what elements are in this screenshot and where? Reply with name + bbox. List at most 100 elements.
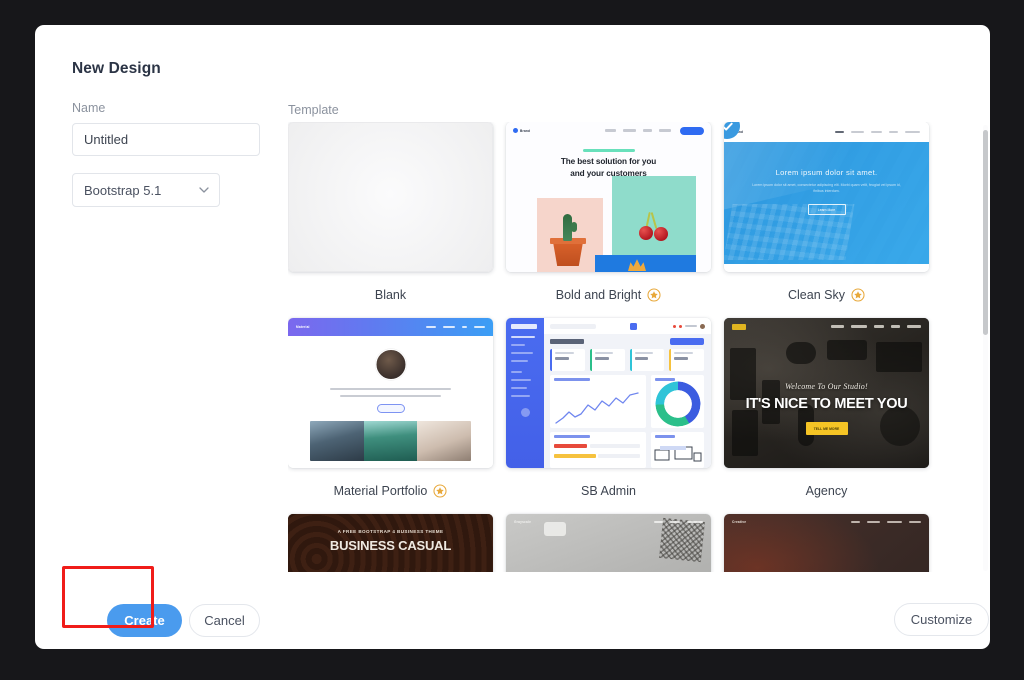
brand-logo-icon: [513, 128, 518, 133]
preview-page-title: [550, 339, 584, 344]
preview-navbar: Grayscale: [506, 514, 711, 530]
template-thumbnail-grayscale[interactable]: Grayscale: [506, 514, 711, 572]
preview-navbar: Creative: [724, 514, 929, 530]
template-scrollbar-thumb[interactable]: [983, 130, 988, 335]
preview-illustration-panel: [651, 432, 704, 468]
preview-nav-links: [605, 129, 671, 132]
preview-search-icon: [630, 322, 637, 330]
framework-select[interactable]: Bootstrap 5.1: [72, 173, 220, 207]
preview-generate-button: [670, 338, 704, 345]
template-card-clean-sky[interactable]: Brand: [724, 122, 929, 318]
template-card-material-portfolio[interactable]: Material Material Portfolio: [288, 318, 493, 514]
preview-gallery: [310, 421, 471, 461]
template-thumbnail-clean-sky[interactable]: Brand: [724, 122, 929, 272]
preview-headline: BUSINESS CASUAL: [329, 538, 452, 553]
preview-hero-photo: [724, 318, 929, 468]
template-thumbnail-material-portfolio[interactable]: Material: [288, 318, 493, 468]
star-circle-icon: [851, 288, 865, 302]
template-name: Clean Sky: [788, 288, 845, 302]
blank-canvas: [288, 122, 493, 272]
preview-logo: Material: [296, 325, 310, 329]
preview-gallery-image: [363, 421, 418, 461]
preview-navbar: Material: [288, 318, 493, 336]
template-scrollbar-track[interactable]: [983, 125, 988, 571]
sb-admin-preview: [506, 318, 711, 468]
preview-sidebar: [506, 318, 544, 468]
preview-cta-button: [680, 126, 704, 135]
preview-gallery-image: [417, 421, 471, 461]
preview-button: [376, 404, 405, 413]
preview-logo: Creative: [732, 520, 747, 524]
preview-avatar: [375, 349, 406, 380]
template-card-sb-admin[interactable]: SB Admin: [506, 318, 711, 514]
template-thumbnail-agency[interactable]: Welcome To Our Studio! IT'S NICE TO MEET…: [724, 318, 929, 468]
preview-logo: Brand: [520, 128, 531, 133]
template-caption: Bold and Bright: [506, 272, 711, 318]
preview-progress-panel: [550, 432, 646, 468]
template-thumbnail-business-casual[interactable]: A FREE BOOTSTRAP 4 BUSINESS THEME BUSINE…: [288, 514, 493, 572]
preview-hero-subtitle: Lorem ipsum dolor sit amet, consectetur …: [752, 183, 901, 194]
template-caption: SB Admin: [506, 468, 711, 514]
template-card-creative[interactable]: Creative Creative: [724, 514, 929, 572]
name-field-label: Name: [72, 101, 106, 115]
preview-donut-chart-panel: [651, 375, 704, 428]
template-name: Material Portfolio: [333, 484, 428, 498]
preview-topbar: [544, 318, 711, 334]
template-thumbnail-bold-and-bright[interactable]: Brand The best solution for you and your…: [506, 122, 711, 272]
preview-text-line: [340, 395, 441, 398]
create-button[interactable]: Create: [107, 604, 182, 637]
preview-cherry: [639, 226, 653, 240]
template-caption: Clean Sky: [724, 272, 929, 318]
preview-nav-links: [851, 520, 921, 524]
template-card-business-casual[interactable]: A FREE BOOTSTRAP 4 BUSINESS THEME BUSINE…: [288, 514, 493, 572]
template-card-bold-and-bright[interactable]: Brand The best solution for you and your…: [506, 122, 711, 318]
grayscale-preview: Grayscale: [506, 514, 711, 572]
template-caption: Material Portfolio: [288, 468, 493, 514]
preview-subhead: A FREE BOOTSTRAP 4 BUSINESS THEME: [337, 529, 444, 534]
template-thumbnail-sb-admin[interactable]: [506, 318, 711, 468]
template-card-blank[interactable]: Blank: [288, 122, 493, 318]
preview-hero-title: Lorem ipsum dolor sit amet.: [775, 168, 878, 177]
star-circle-icon: [647, 288, 661, 302]
preview-cherry: [654, 227, 668, 241]
preview-logo-icon: [732, 323, 746, 330]
preview-headline: IT'S NICE TO MEET YOU: [745, 396, 908, 412]
template-caption: Blank: [288, 272, 493, 318]
creative-preview: Creative: [724, 514, 929, 572]
customize-button[interactable]: Customize: [894, 603, 989, 636]
preview-hero: [724, 122, 929, 264]
template-thumbnail-creative[interactable]: Creative: [724, 514, 929, 572]
preview-logo: Grayscale: [514, 520, 532, 524]
template-card-agency[interactable]: Welcome To Our Studio! IT'S NICE TO MEET…: [724, 318, 929, 514]
template-scroll-area[interactable]: Blank Brand The best solution for you an…: [288, 122, 970, 572]
dialog-title: New Design: [72, 60, 161, 77]
cancel-button[interactable]: Cancel: [189, 604, 260, 637]
preview-cactus-arm: [571, 222, 577, 232]
preview-script-text: Welcome To Our Studio!: [785, 382, 868, 391]
template-caption: Agency: [724, 468, 929, 514]
preview-brand: [511, 324, 537, 329]
preview-stat-card: [629, 349, 665, 371]
template-card-grayscale[interactable]: Grayscale Grayscale: [506, 514, 711, 572]
design-name-input[interactable]: [72, 123, 260, 156]
preview-nav-links: [831, 325, 921, 328]
material-portfolio-preview: Material: [288, 318, 493, 468]
preview-stat-card: [669, 349, 704, 371]
preview-text-line: [330, 388, 451, 391]
screen: New Design Name Bootstrap 5.1 Template: [0, 0, 1024, 680]
preview-donut-chart: [655, 381, 700, 427]
preview-navbar: Brand: [724, 122, 929, 142]
preview-stat-card: [550, 349, 585, 371]
template-name: Agency: [805, 484, 848, 498]
star-circle-icon: [433, 484, 447, 498]
preview-nav-links: [654, 520, 703, 524]
template-name: SB Admin: [581, 484, 636, 498]
preview-search-input: [550, 323, 596, 329]
template-name: Bold and Bright: [555, 288, 642, 302]
template-grid: Blank Brand The best solution for you an…: [288, 122, 970, 572]
new-design-dialog: New Design Name Bootstrap 5.1 Template: [35, 25, 990, 649]
preview-eyebrow: [582, 149, 635, 152]
template-thumbnail-blank[interactable]: [288, 122, 493, 272]
preview-gallery-image: [310, 421, 364, 461]
design-form: Name Bootstrap 5.1: [72, 101, 264, 207]
